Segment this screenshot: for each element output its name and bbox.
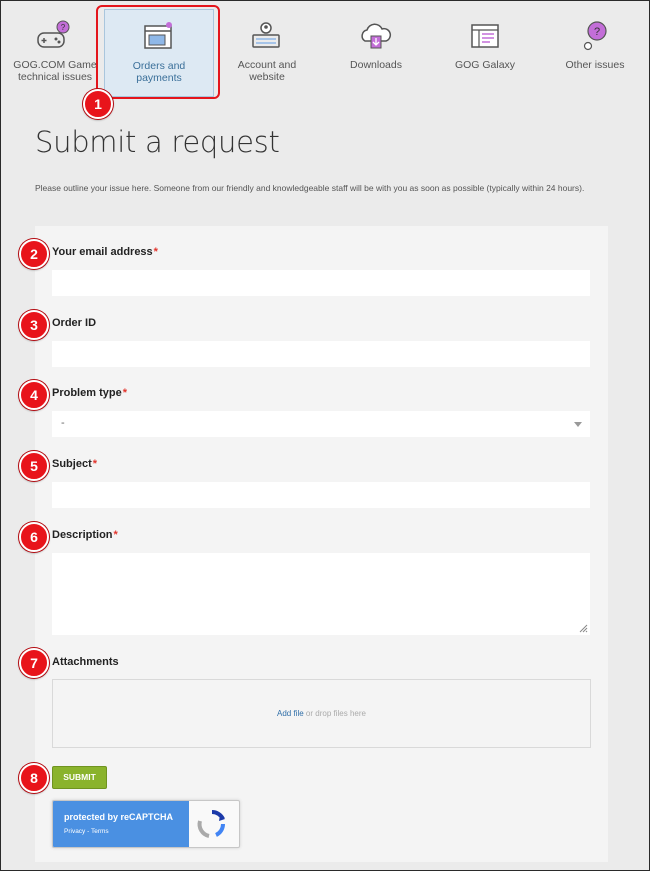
- recaptcha-panel: protected by reCAPTCHA Privacy - Terms: [53, 801, 189, 847]
- order-id-label: Order ID: [52, 317, 97, 329]
- category-label-2: website: [249, 71, 285, 83]
- request-form: [35, 226, 608, 862]
- svg-text:?: ?: [594, 26, 600, 38]
- submit-button[interactable]: SUBMIT: [52, 766, 107, 789]
- recaptcha-links[interactable]: Privacy - Terms: [64, 828, 109, 835]
- galaxy-window-icon: [471, 24, 499, 48]
- recaptcha-text: protected by reCAPTCHA: [64, 812, 174, 822]
- required-mark: *: [153, 246, 158, 258]
- step-marker-2: 2: [19, 239, 49, 269]
- category-label: GOG.COM Game: [13, 59, 97, 71]
- problem-type-select[interactable]: -: [52, 411, 590, 437]
- order-id-field[interactable]: [52, 341, 590, 367]
- page-title: Submit a request: [35, 125, 280, 159]
- required-mark: *: [122, 387, 127, 399]
- step-marker-5: 5: [19, 451, 49, 481]
- step-marker-8: 8: [19, 763, 49, 793]
- gamepad-question-icon: ?: [37, 20, 70, 48]
- highlight-box: [96, 5, 220, 99]
- attachment-dropzone[interactable]: Add file or drop files here: [52, 679, 591, 748]
- chevron-down-icon: [574, 422, 582, 427]
- category-label: Account and: [237, 59, 297, 71]
- recaptcha-logo-icon: [197, 809, 226, 838]
- category-label-2: technical issues: [17, 71, 93, 83]
- problem-type-label: Problem type*: [52, 387, 127, 399]
- account-keyboard-icon: [252, 22, 280, 48]
- category-other-issues[interactable]: ? Other issues: [541, 9, 649, 95]
- intro-text: Please outline your issue here. Someone …: [35, 183, 585, 193]
- drop-hint: or drop files here: [303, 709, 366, 718]
- problem-type-value: -: [61, 417, 65, 429]
- category-account-website[interactable]: Account and website: [213, 9, 321, 95]
- category-downloads[interactable]: Downloads: [322, 9, 430, 95]
- step-marker-1: 1: [83, 89, 113, 119]
- add-file-link[interactable]: Add file: [277, 709, 304, 718]
- category-game-technical[interactable]: ? GOG.COM Game technical issues: [1, 9, 109, 95]
- step-marker-7: 7: [19, 648, 49, 678]
- email-label: Your email address*: [52, 246, 158, 258]
- required-mark: *: [92, 458, 98, 470]
- subject-label: Subject*: [52, 458, 98, 470]
- category-gog-galaxy[interactable]: GOG Galaxy: [431, 9, 539, 95]
- cloud-download-icon: [361, 23, 392, 49]
- subject-field[interactable]: [52, 482, 590, 508]
- email-field[interactable]: [52, 270, 590, 296]
- category-label: GOG Galaxy: [454, 59, 516, 71]
- question-bubble-icon: ?: [583, 21, 607, 51]
- svg-text:?: ?: [61, 23, 66, 32]
- step-marker-4: 4: [19, 380, 49, 410]
- step-marker-3: 3: [19, 310, 49, 340]
- resize-handle-icon[interactable]: [579, 624, 588, 633]
- step-marker-6: 6: [19, 522, 49, 552]
- description-textarea[interactable]: [52, 553, 590, 635]
- attachments-label: Attachments: [52, 656, 119, 668]
- required-mark: *: [113, 529, 118, 541]
- recaptcha-badge[interactable]: protected by reCAPTCHA Privacy - Terms: [52, 800, 240, 848]
- category-label: Downloads: [350, 59, 402, 71]
- support-page: ? GOG.COM Game technical issues Orders a…: [0, 0, 650, 871]
- category-label: Other issues: [565, 59, 625, 71]
- description-label: Description*: [52, 529, 118, 541]
